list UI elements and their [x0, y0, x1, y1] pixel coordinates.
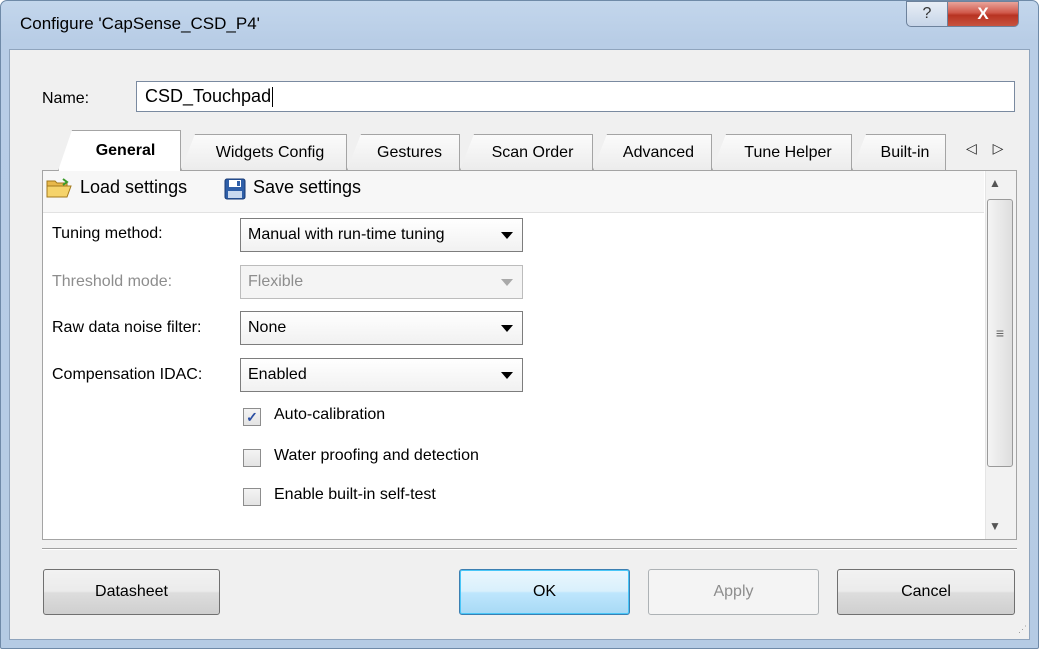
- name-label: Name:: [42, 90, 90, 107]
- tab-tune-helper[interactable]: Tune Helper: [712, 134, 852, 170]
- dropdown-arrow-icon: [501, 232, 513, 239]
- apply-button: Apply: [648, 569, 819, 615]
- water-proofing-checkbox[interactable]: [243, 449, 261, 467]
- text-caret: [272, 87, 274, 108]
- general-tab-panel: [42, 170, 1017, 540]
- ok-button[interactable]: OK: [459, 569, 630, 615]
- comp-idac-label: Compensation IDAC:: [52, 366, 203, 383]
- comp-idac-select[interactable]: Enabled: [240, 358, 523, 392]
- tab-gestures[interactable]: Gestures: [347, 134, 460, 170]
- raw-filter-select[interactable]: None: [240, 311, 523, 345]
- bottom-separator: [42, 548, 1017, 550]
- save-settings-link[interactable]: Save settings: [253, 177, 361, 198]
- resize-grip-icon[interactable]: ⋰: [1018, 624, 1027, 635]
- tab-general[interactable]: General: [58, 130, 181, 171]
- scroll-down-icon[interactable]: ▼: [989, 519, 1001, 533]
- window-title: Configure 'CapSense_CSD_P4': [20, 14, 260, 33]
- tuning-method-select[interactable]: Manual with run-time tuning: [240, 218, 523, 252]
- scroll-thumb[interactable]: ≡: [987, 199, 1013, 467]
- name-value: CSD_Touchpad: [145, 86, 272, 106]
- grip-icon: ≡: [995, 325, 1005, 341]
- auto-calibration-label[interactable]: Auto-calibration: [274, 406, 385, 424]
- auto-calibration-checkbox[interactable]: ✓: [243, 408, 261, 426]
- self-test-label[interactable]: Enable built-in self-test: [274, 486, 436, 504]
- raw-filter-label: Raw data noise filter:: [52, 319, 202, 336]
- scroll-up-icon[interactable]: ▲: [989, 176, 1001, 190]
- self-test-checkbox[interactable]: [243, 488, 261, 506]
- raw-filter-value: None: [248, 319, 287, 336]
- water-proofing-label[interactable]: Water proofing and detection: [274, 447, 479, 465]
- floppy-disk-icon[interactable]: [224, 178, 246, 200]
- tab-scroll-arrows-icon[interactable]: ◁ ▷: [966, 140, 1009, 157]
- help-button[interactable]: ?: [906, 1, 948, 27]
- tuning-method-label: Tuning method:: [52, 225, 163, 242]
- threshold-mode-select: Flexible: [240, 265, 523, 299]
- cancel-button[interactable]: Cancel: [837, 569, 1015, 615]
- datasheet-button[interactable]: Datasheet: [43, 569, 220, 615]
- close-button[interactable]: X: [947, 1, 1019, 27]
- tab-built-in[interactable]: Built-in: [852, 134, 946, 170]
- name-input[interactable]: CSD_Touchpad: [136, 81, 1015, 112]
- dropdown-arrow-icon: [501, 325, 513, 332]
- folder-open-icon[interactable]: [46, 178, 72, 198]
- tab-advanced[interactable]: Advanced: [593, 134, 712, 170]
- threshold-mode-label: Threshold mode:: [52, 273, 173, 290]
- comp-idac-value: Enabled: [248, 366, 307, 383]
- load-settings-link[interactable]: Load settings: [80, 177, 187, 198]
- tuning-method-value: Manual with run-time tuning: [248, 226, 445, 243]
- dropdown-arrow-icon: [501, 279, 513, 286]
- tab-scan-order[interactable]: Scan Order: [460, 134, 593, 170]
- dropdown-arrow-icon: [501, 372, 513, 379]
- threshold-mode-value: Flexible: [248, 273, 304, 290]
- checkmark-icon: ✓: [246, 408, 258, 425]
- tab-widgets-config[interactable]: Widgets Config: [181, 134, 347, 170]
